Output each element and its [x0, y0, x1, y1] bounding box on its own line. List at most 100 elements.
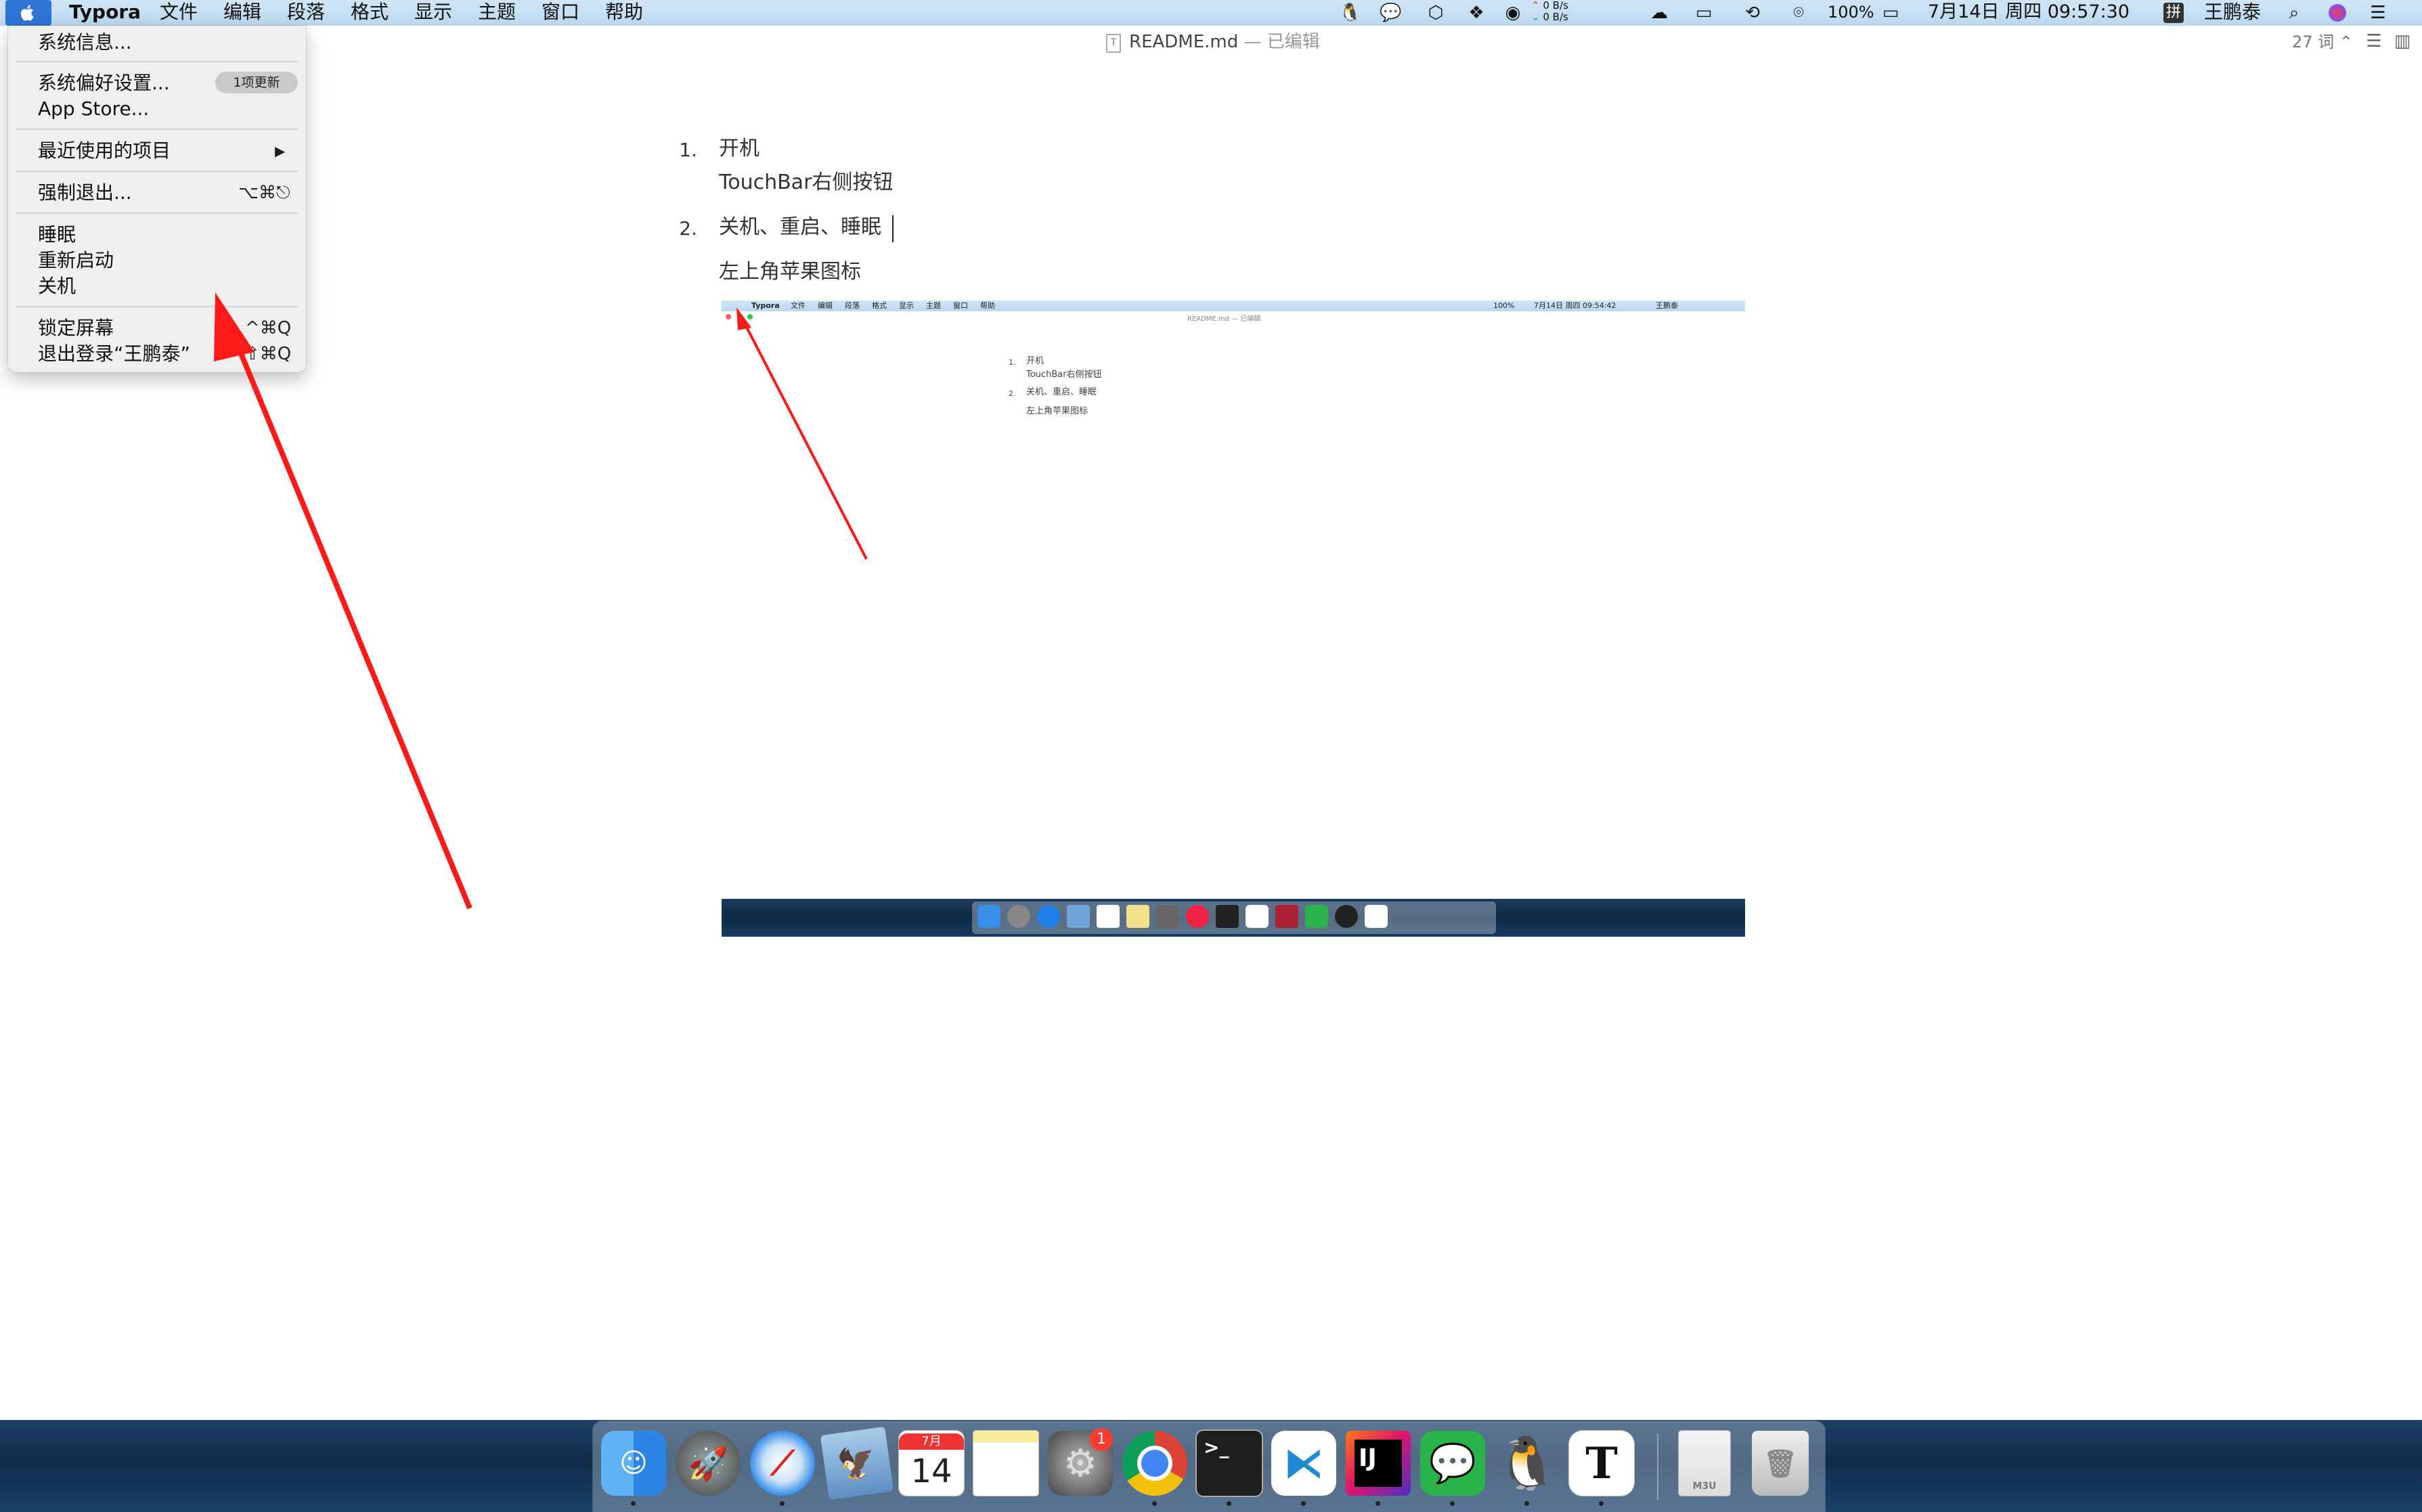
embedded-typora-icon — [1365, 905, 1388, 928]
menubar-help[interactable]: 帮助 — [605, 0, 643, 26]
network-speed: ⌃ 0 B/s ⌄ 0 B/s — [1531, 0, 1568, 23]
typora-icon[interactable]: T — [1569, 1431, 1634, 1496]
m3u-file-icon[interactable]: M3U — [1679, 1431, 1730, 1496]
menubar-user[interactable]: 王鹏泰 — [2204, 0, 2261, 26]
menu-item-force-quit[interactable]: 强制退出... — [38, 180, 132, 206]
sync-icon[interactable]: ⌾ — [1790, 4, 1807, 22]
running-indicator — [780, 1501, 785, 1506]
embedded-chrome-icon — [1186, 905, 1209, 928]
menu-bar: Typora 文件 编辑 段落 格式 显示 主题 窗口 帮助 🐧 💬 ⬡ ❖ ◉… — [0, 0, 2422, 26]
menubar-format[interactable]: 格式 — [351, 0, 389, 26]
word-count[interactable]: 27 词 ⌃ — [2292, 30, 2353, 54]
menubar-edit[interactable]: 编辑 — [223, 0, 261, 26]
apple-icon[interactable] — [18, 3, 38, 23]
lock-screen-shortcut: ^⌘Q — [245, 318, 292, 338]
embedded-screenshot[interactable]: Typora 文件 编辑 段落 格式 显示 主题 窗口 帮助 100% 7月14… — [722, 301, 1745, 937]
force-quit-shortcut: ⌥⌘⎋ — [238, 183, 290, 203]
menubar-paragraph[interactable]: 段落 — [287, 0, 325, 26]
submenu-arrow-icon: ▶ — [275, 143, 286, 159]
list-item-1-title[interactable]: 开机 — [719, 134, 759, 164]
time-machine-icon[interactable]: ⟲ — [1744, 4, 1761, 22]
menubar-file[interactable]: 文件 — [160, 0, 198, 26]
embedded-preview-icon — [1067, 905, 1090, 928]
menu-item-shutdown[interactable]: 关机 — [38, 273, 76, 299]
menu-item-log-out[interactable]: 退出登录“王鹏泰” — [38, 341, 190, 367]
qq-icon[interactable]: 🐧 — [1339, 4, 1361, 22]
notification-badge: 1 — [1090, 1428, 1113, 1451]
menu-item-recent-items[interactable]: 最近使用的项目 — [38, 138, 171, 164]
window-status: — 已编辑 — [1243, 32, 1320, 52]
menu-item-lock-screen[interactable]: 锁定屏幕 — [38, 315, 114, 341]
update-badge: 1项更新 — [215, 72, 298, 93]
menubar-app-name[interactable]: Typora — [69, 0, 141, 26]
terminal-icon[interactable]: >_ — [1197, 1431, 1262, 1496]
embedded-notes-icon — [1126, 905, 1149, 928]
finder-icon[interactable]: ☺ — [601, 1431, 666, 1496]
shield-icon[interactable]: ◉ — [1504, 4, 1522, 22]
list-number-2: 2. — [679, 217, 697, 240]
embedded-safari-icon — [1037, 905, 1060, 928]
preview-icon[interactable]: 🦅 — [820, 1426, 894, 1500]
menu-separator — [16, 306, 298, 307]
menu-item-system-preferences[interactable]: 系统偏好设置... — [38, 70, 170, 96]
menu-separator — [16, 61, 298, 62]
siri-icon[interactable] — [2329, 4, 2346, 22]
safari-icon[interactable]: ⟋ — [750, 1431, 815, 1496]
embedded-annotation-arrow — [736, 307, 868, 560]
launchpad-icon[interactable]: 🚀 — [676, 1431, 741, 1496]
net-up: 0 B/s — [1543, 0, 1568, 12]
menu-item-app-store[interactable]: App Store... — [38, 96, 149, 122]
list-number-1: 1. — [679, 139, 697, 161]
wechat-icon[interactable]: 💬 — [1380, 4, 1401, 22]
embedded-vscode-icon — [1246, 905, 1269, 928]
word-count-label: 27 词 — [2292, 32, 2335, 51]
running-indicator — [1524, 1501, 1529, 1506]
cloud-icon[interactable]: ☁ — [1650, 4, 1668, 22]
calendar-month: 7月 — [899, 1433, 964, 1450]
apple-menu: 系统信息... 系统偏好设置... 1项更新 App Store... 最近使用… — [8, 26, 306, 372]
chrome-icon[interactable] — [1122, 1431, 1187, 1496]
calendar-day: 14 — [910, 1452, 952, 1490]
input-method[interactable]: 拼 — [2163, 3, 2184, 23]
sidebar-icon[interactable]: ▥ — [2392, 31, 2413, 51]
menubar-datetime[interactable]: 7月14日 周四 09:57:30 — [1928, 0, 2130, 26]
battery-percent: 100% — [1828, 3, 1874, 22]
running-indicator — [1227, 1501, 1231, 1506]
notes-icon[interactable] — [973, 1431, 1038, 1496]
running-indicator — [1599, 1501, 1604, 1506]
qq-icon[interactable]: 🐧 — [1495, 1431, 1560, 1496]
bookmark-icon[interactable]: ❖ — [1468, 4, 1485, 22]
trash-icon[interactable]: 🗑 — [1752, 1431, 1809, 1496]
embedded-dock-icons — [977, 904, 1438, 929]
menubar-view[interactable]: 显示 — [414, 0, 452, 26]
menu-item-restart[interactable]: 重新启动 — [38, 248, 114, 273]
list-item-2-title[interactable]: 关机、重启、睡眠 — [719, 213, 881, 242]
airplay-icon[interactable]: ▭ — [1695, 4, 1713, 22]
intellij-icon[interactable]: IJ — [1346, 1431, 1411, 1496]
box-icon[interactable]: ⬡ — [1427, 4, 1445, 22]
menubar-window[interactable]: 窗口 — [542, 0, 579, 26]
menubar-themes[interactable]: 主题 — [478, 0, 516, 26]
embedded-launchpad-icon — [1007, 905, 1030, 928]
dock-separator — [1657, 1433, 1658, 1500]
wechat-icon[interactable]: 💬 — [1420, 1431, 1485, 1496]
calendar-icon[interactable]: 7月 14 — [899, 1431, 964, 1496]
search-icon[interactable]: ⌕ — [2285, 4, 2303, 22]
outline-icon[interactable]: ☰ — [2364, 31, 2384, 51]
embedded-wechat-icon — [1305, 905, 1328, 928]
log-out-shortcut: ⇧⌘Q — [245, 344, 292, 364]
document-icon: T — [1106, 34, 1121, 53]
control-center-icon[interactable]: ☰ — [2369, 4, 2387, 22]
list-item-2-body[interactable]: 左上角苹果图标 — [719, 257, 861, 287]
menu-item-sleep[interactable]: 睡眠 — [38, 222, 76, 248]
text-caret — [892, 215, 894, 242]
vscode-icon[interactable]: ⧔ — [1271, 1431, 1336, 1496]
running-indicator — [1450, 1501, 1455, 1506]
menu-item-about[interactable]: 系统信息... — [38, 30, 132, 55]
embedded-qq-icon — [1335, 905, 1358, 928]
battery-icon[interactable]: ▭ — [1875, 4, 1906, 22]
embedded-intellij-icon — [1275, 905, 1298, 928]
list-item-1-body[interactable]: TouchBar右侧按钮 — [719, 168, 893, 198]
menu-separator — [16, 171, 298, 172]
net-down: 0 B/s — [1543, 11, 1568, 23]
